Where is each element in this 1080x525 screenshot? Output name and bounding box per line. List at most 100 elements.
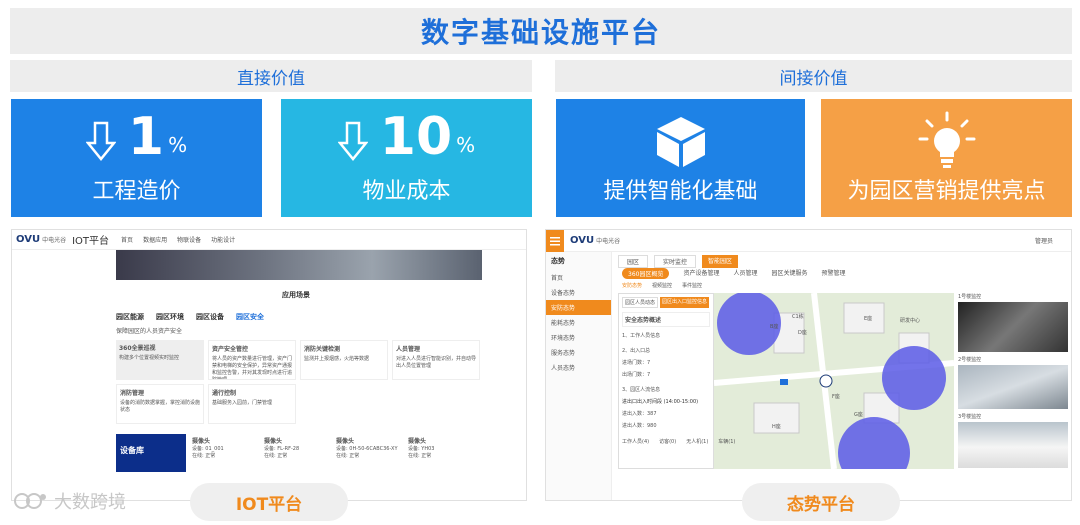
nav-devices[interactable]: 物联设备 (177, 235, 201, 244)
side-item-energy[interactable]: 能耗态势 (546, 315, 611, 330)
side-item-environment[interactable]: 环境态势 (546, 330, 611, 345)
down-arrow-icon (337, 121, 368, 161)
monitor-select[interactable]: 实时监控 (654, 255, 697, 268)
hero-image (116, 250, 482, 280)
feature-card[interactable]: 消防关键检测 监测并上报烟感，火焰等数据 (300, 340, 388, 380)
map-label: H座 (772, 424, 781, 430)
marketing-highlight-label: 为园区营销提供亮点 (847, 179, 1046, 204)
tab-services[interactable]: 园区关键服务 (771, 268, 807, 279)
menu-icon[interactable] (546, 230, 564, 252)
list-item[interactable]: 摄像头 设备: YH03 在线: 正常 (408, 436, 476, 459)
feature-card[interactable]: 人员管理 对进入人员进行智能识别，并自动导出人员位置管理 (392, 340, 480, 380)
list-item[interactable]: 摄像头 设备: 0H-50-6CABC36-XY 在线: 正常 (336, 436, 404, 459)
situation-topbar: OVU 中电光谷 管理员 (546, 230, 1071, 252)
watermark-text: 大数跨境 (54, 492, 126, 513)
iot-tabs: 园区能源 园区环境 园区设备 园区安全 (116, 312, 264, 322)
iot-topbar: OVU 中电光谷 IOT平台 首页 数据应用 物联设备 功能设计 (12, 230, 526, 250)
tab-assets[interactable]: 资产设备管理 (683, 268, 719, 279)
marketing-highlight-card: 为园区营销提供亮点 (821, 99, 1072, 217)
panel-line: 1、工作人员信息 (622, 333, 661, 339)
legend-visitors[interactable]: 访客(0) (659, 438, 676, 445)
iot-platform-name: IOT平台 (72, 236, 110, 247)
panel-tab-gates[interactable]: 园区出入口监控信息 (660, 297, 710, 308)
tab-alerts[interactable]: 预警管理 (822, 268, 846, 279)
property-cost-value: 10 (379, 107, 453, 167)
side-item-security[interactable]: 安防态势 (546, 300, 611, 315)
panel-line: 进出人数：980 (622, 423, 657, 429)
list-item[interactable]: 摄像头 设备: FL-RF-28 在线: 正常 (264, 436, 332, 459)
camera-label: 1号楼监控 (958, 294, 982, 300)
side-menu: 态势 首页 设备态势 安防态势 能耗态势 环境态势 服务态势 人员态势 (546, 252, 612, 500)
nav-home[interactable]: 首页 (121, 235, 133, 244)
feature-card[interactable]: 资产安全管控 将人员的资产数量进行管理，资产门禁和电梯的安全保护，异常资产通报和监… (208, 340, 296, 380)
side-item-home[interactable]: 首页 (546, 270, 611, 285)
camera-list: 1号楼监控 2号楼监控 3号楼监控 (958, 293, 1068, 468)
sub-tab-video[interactable]: 视频监控 (652, 282, 672, 289)
sub-tab-events[interactable]: 事件监控 (682, 282, 702, 289)
panel-line: 进出口出入时间段 (14:00-15:00) (622, 399, 699, 405)
situation-tabs: 360园区概览 资产设备管理 人员管理 园区关键服务 预警管理 (622, 268, 846, 279)
device-library-panel: 设备库 (116, 434, 186, 472)
tab-equipment[interactable]: 园区设备 (196, 312, 224, 322)
lightbulb-icon (918, 111, 975, 168)
top-selectors: 园区 实时监控 智能园区 (618, 255, 739, 268)
device-library-title: 设备库 (120, 446, 144, 455)
nav-data[interactable]: 数据应用 (143, 235, 167, 244)
map-label: B座 (770, 324, 779, 330)
iot-platform-screenshot: OVU 中电光谷 IOT平台 首页 数据应用 物联设备 功能设计 应用场景 园区… (11, 229, 527, 501)
direct-value-header: 直接价值 (10, 60, 532, 92)
engineering-cost-unit: % (168, 133, 188, 157)
side-item-people[interactable]: 人员态势 (546, 360, 611, 375)
camera-label: 2号楼监控 (958, 357, 982, 363)
camera-feed[interactable] (958, 422, 1068, 468)
situation-logo: OVU (570, 235, 595, 246)
hero-title: 应用场景 (282, 291, 310, 299)
side-item-service[interactable]: 服务态势 (546, 345, 611, 360)
smart-park-button[interactable]: 智能园区 (702, 255, 739, 268)
feature-card[interactable]: 通行控制 基础服务入园前，门禁管理 (208, 384, 296, 424)
property-cost-unit: % (456, 133, 476, 157)
sub-tab-security[interactable]: 安防态势 (622, 282, 642, 289)
user-name[interactable]: 管理员 (1035, 236, 1053, 245)
camera-label: 3号楼监控 (958, 414, 982, 420)
situation-platform-pill: 态势平台 (742, 483, 900, 521)
camera-feed[interactable] (958, 302, 1068, 352)
sub-tabs: 安防态势 视频监控 事件监控 (622, 282, 702, 289)
panel-line: 进出入数：387 (622, 411, 657, 417)
iot-logo: OVU (16, 234, 41, 245)
legend-drones[interactable]: 无人机(1) (686, 438, 708, 445)
panel-title: 安全态势概述 (622, 312, 710, 327)
down-arrow-icon (85, 121, 116, 161)
panel-line: 3、园区人流信息 (622, 387, 661, 393)
panel-tab-people[interactable]: 园区人员动态 (622, 297, 659, 308)
side-menu-title: 态势 (551, 257, 565, 265)
property-cost-card: 10 % 物业成本 (281, 99, 532, 217)
tab-people[interactable]: 人员管理 (733, 268, 757, 279)
tab-environment[interactable]: 园区环境 (156, 312, 184, 322)
feature-card[interactable]: 360全景巡视 构建多个位置视频实时监控 (116, 340, 204, 380)
map-label: 研发中心 (900, 318, 921, 324)
park-select[interactable]: 园区 (618, 255, 649, 268)
situation-platform-screenshot: OVU 中电光谷 管理员 态势 首页 设备态势 安防态势 能耗态势 环境态势 服… (545, 229, 1072, 501)
indirect-value-header: 间接价值 (555, 60, 1072, 92)
tab-energy[interactable]: 园区能源 (116, 312, 144, 322)
legend-vehicles[interactable]: 车辆(1) (718, 438, 735, 445)
watermark: 大数跨境 (14, 488, 126, 514)
tab-description: 保障园区的人员资产安全 (116, 328, 183, 335)
nav-functions[interactable]: 功能设计 (211, 235, 235, 244)
page-title: 数字基础设施平台 (420, 16, 661, 49)
smart-foundation-label: 提供智能化基础 (603, 179, 758, 204)
situation-brand: 中电光谷 (596, 238, 621, 245)
feature-card[interactable]: 消防管理 设备的消防数据掌握，掌控消防设施状态 (116, 384, 204, 424)
list-item[interactable]: 摄像头 设备: 01_001 在线: 正常 (192, 436, 260, 459)
legend-staff[interactable]: 工作人员(4) (622, 438, 649, 445)
camera-feed[interactable] (958, 365, 1068, 409)
tab-overview[interactable]: 360园区概览 (622, 268, 670, 279)
panel-line: 2、出入口总 (622, 348, 651, 354)
device-list: 摄像头 设备: 01_001 在线: 正常 摄像头 设备: FL-RF-28 在线: 正… (192, 436, 476, 459)
side-item-devices[interactable]: 设备态势 (546, 285, 611, 300)
park-map[interactable]: C1栋 B座 D座 E座 F座 G座 H座 研发中心 (714, 293, 954, 469)
page-banner: 数字基础设施平台 (10, 8, 1072, 54)
tab-security[interactable]: 园区安全 (236, 312, 264, 322)
map-label: C1栋 (792, 314, 804, 320)
